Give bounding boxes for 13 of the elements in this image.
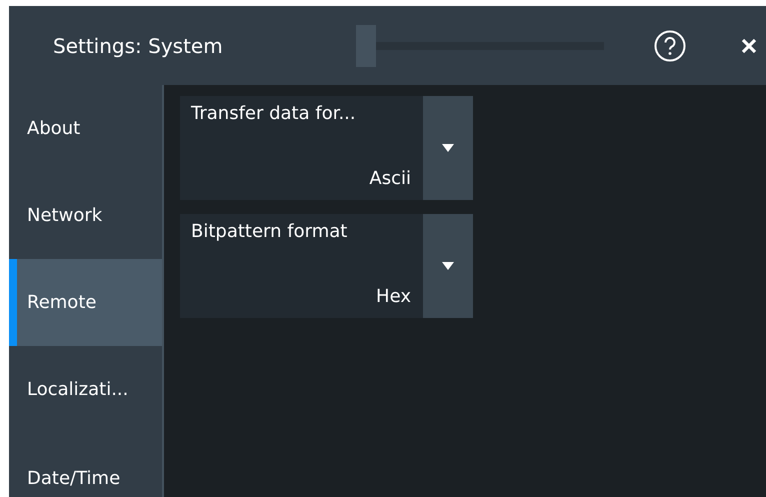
close-icon <box>741 38 757 54</box>
scroll-bar[interactable] <box>356 24 604 66</box>
dropdown[interactable]: Transfer data for... Ascii <box>180 96 473 200</box>
window-title: Settings: System <box>53 32 224 60</box>
sidebar-tab[interactable]: Remote <box>9 259 162 346</box>
dropdown-label: Transfer data for... <box>191 102 357 126</box>
caret-icon <box>442 262 454 270</box>
dropdown-value: Hex <box>375 285 411 309</box>
dropdown[interactable]: Bitpattern format Hex <box>180 214 473 318</box>
dropdown-label: Bitpattern format <box>191 220 348 244</box>
caret-icon <box>442 144 454 152</box>
help-icon[interactable] <box>654 30 686 62</box>
dropdown-value: Ascii <box>368 167 411 191</box>
